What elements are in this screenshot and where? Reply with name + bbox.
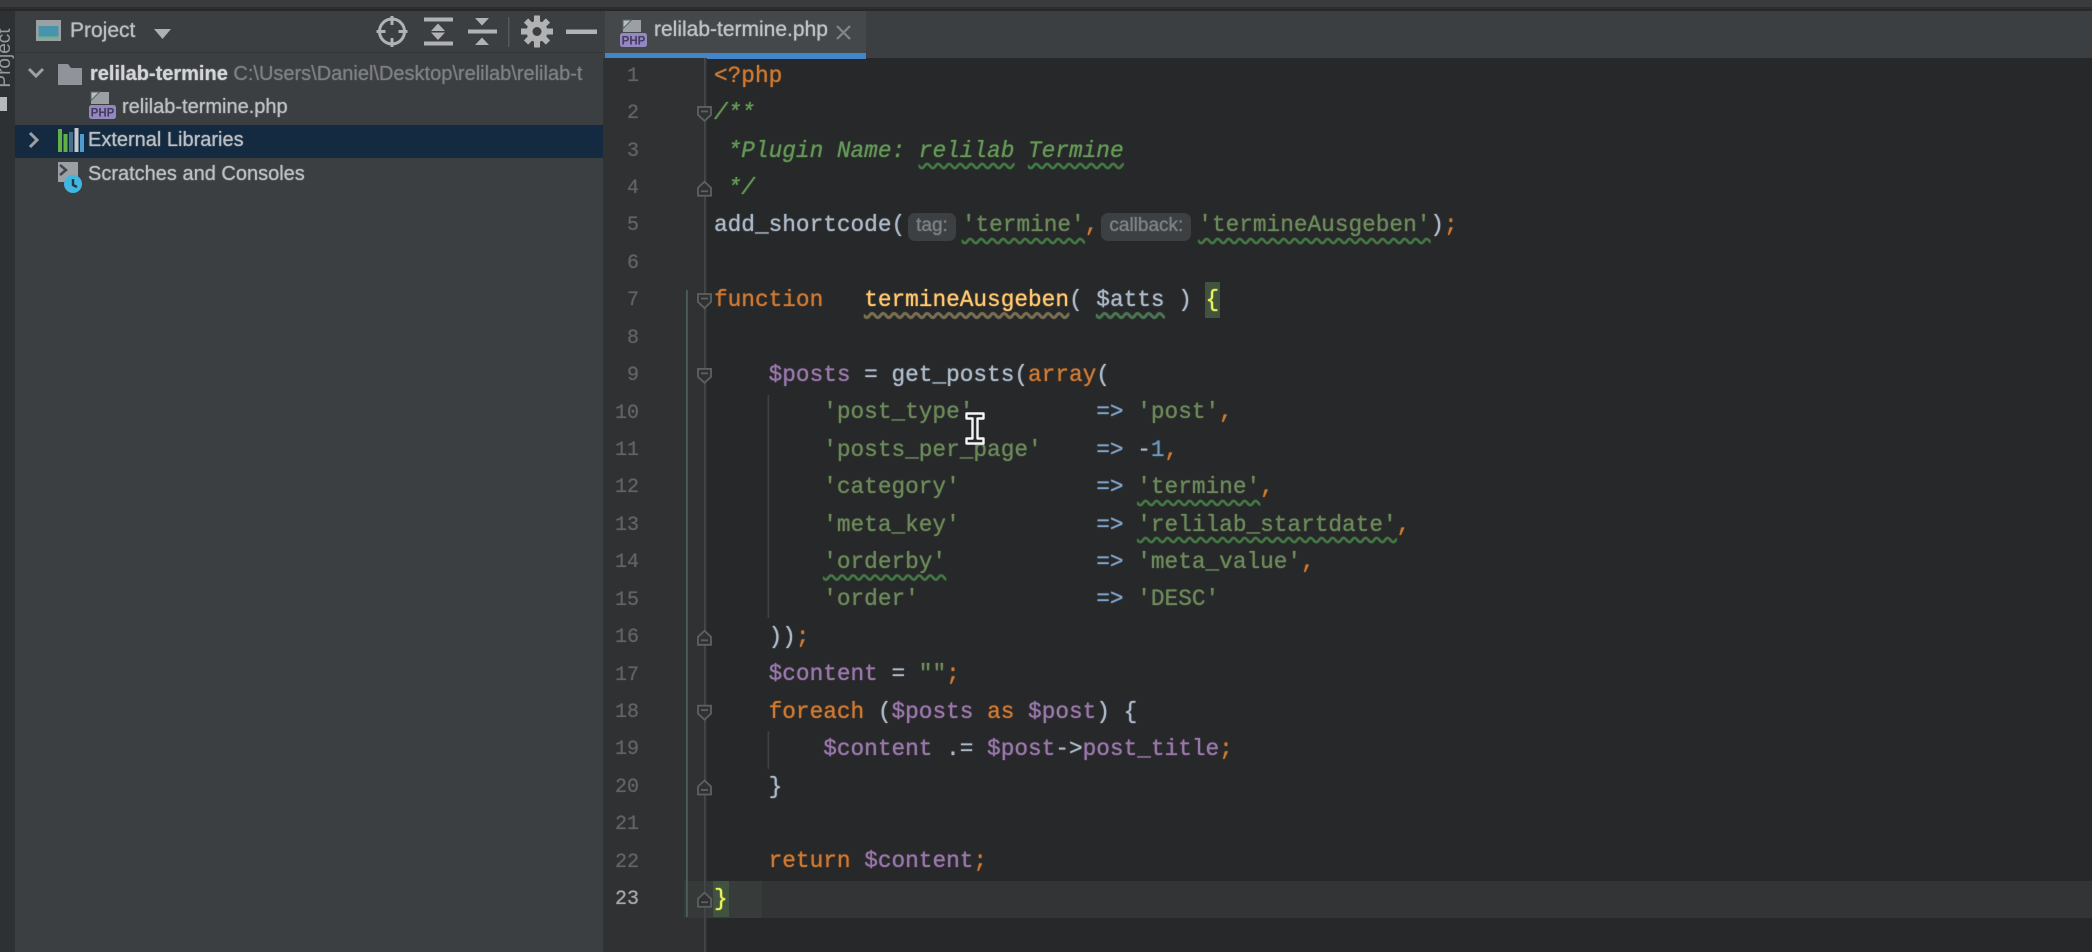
svg-text:PHP: PHP [91, 108, 115, 120]
svg-text:PHP: PHP [622, 36, 646, 48]
